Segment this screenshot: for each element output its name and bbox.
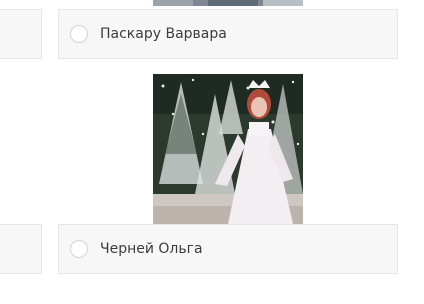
option-label-1: Паскару Варвара — [100, 26, 227, 42]
contestant-photo[interactable] — [153, 74, 303, 224]
vote-option-1[interactable]: Паскару Варвара — [58, 9, 398, 59]
radio-button-2[interactable] — [70, 240, 88, 258]
option-label-2: Черней Ольга — [100, 241, 203, 257]
snow-maiden-photo-image — [153, 74, 303, 224]
adjacent-option-card[interactable] — [0, 224, 42, 274]
vote-option-2[interactable]: Черней Ольга — [58, 224, 398, 274]
photo-partial-image — [153, 0, 303, 6]
contestant-photo-partial[interactable] — [153, 0, 303, 6]
adjacent-option-card[interactable] — [0, 9, 42, 59]
radio-button-1[interactable] — [70, 25, 88, 43]
